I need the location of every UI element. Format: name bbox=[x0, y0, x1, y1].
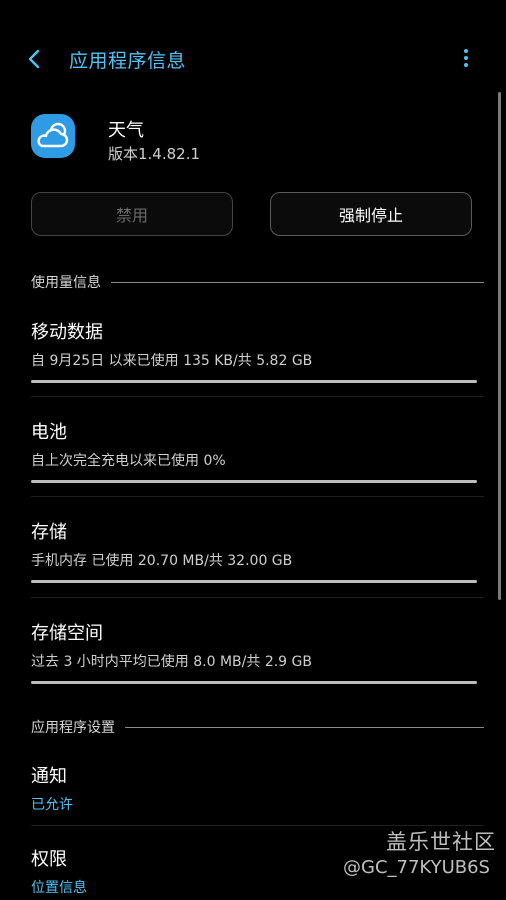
list-item-mobile-data[interactable]: 移动数据 自 9月25日 以来已使用 135 KB/共 5.82 GB bbox=[31, 318, 477, 383]
list-item-battery[interactable]: 电池 自上次完全充电以来已使用 0% bbox=[31, 418, 477, 483]
divider bbox=[31, 597, 484, 598]
divider bbox=[31, 496, 484, 497]
section-divider bbox=[111, 281, 484, 283]
page-title: 应用程序信息 bbox=[69, 50, 187, 72]
divider bbox=[31, 396, 484, 397]
item-subtitle: 自上次完全充电以来已使用 0% bbox=[31, 453, 226, 469]
settings-section-header: 应用程序设置 bbox=[31, 717, 484, 737]
weather-app-icon bbox=[31, 114, 75, 158]
item-title: 存储空间 bbox=[31, 623, 103, 644]
section-divider bbox=[125, 726, 484, 728]
more-options-button[interactable] bbox=[456, 46, 476, 72]
usage-bar bbox=[31, 380, 477, 383]
app-name: 天气 bbox=[108, 120, 144, 141]
scrollbar[interactable] bbox=[498, 92, 501, 600]
weather-cloud-icon bbox=[37, 122, 69, 148]
item-subtitle: 已允许 bbox=[31, 797, 73, 813]
list-item-storage[interactable]: 存储 手机内存 已使用 20.70 MB/共 32.00 GB bbox=[31, 518, 477, 583]
usage-bar bbox=[31, 480, 477, 483]
item-title: 存储 bbox=[31, 522, 67, 543]
watermark-handle: @GC_77KYUB6S bbox=[343, 857, 490, 878]
chevron-left-icon bbox=[28, 49, 40, 69]
watermark-title: 盖乐世社区 bbox=[386, 830, 496, 854]
item-subtitle: 手机内存 已使用 20.70 MB/共 32.00 GB bbox=[31, 553, 293, 569]
back-button[interactable] bbox=[22, 46, 48, 72]
app-bar: 应用程序信息 bbox=[0, 0, 506, 118]
disable-button[interactable]: 禁用 bbox=[31, 192, 233, 236]
force-stop-button[interactable]: 强制停止 bbox=[270, 192, 472, 236]
settings-section-title: 应用程序设置 bbox=[31, 720, 115, 736]
app-version: 版本1.4.82.1 bbox=[108, 145, 201, 163]
usage-bar bbox=[31, 681, 477, 684]
vertical-dots-icon bbox=[456, 49, 476, 67]
usage-bar bbox=[31, 580, 477, 583]
list-item-memory[interactable]: 存储空间 过去 3 小时内平均已使用 8.0 MB/共 2.9 GB bbox=[31, 619, 477, 684]
item-title: 通知 bbox=[31, 766, 67, 787]
usage-section-header: 使用量信息 bbox=[31, 272, 484, 292]
list-item-notifications[interactable]: 通知 已允许 bbox=[31, 762, 477, 814]
item-subtitle: 过去 3 小时内平均已使用 8.0 MB/共 2.9 GB bbox=[31, 654, 312, 670]
item-title: 移动数据 bbox=[31, 322, 103, 343]
item-subtitle: 位置信息 bbox=[31, 880, 87, 896]
usage-section-title: 使用量信息 bbox=[31, 275, 101, 291]
item-subtitle: 自 9月25日 以来已使用 135 KB/共 5.82 GB bbox=[31, 353, 313, 369]
item-title: 电池 bbox=[31, 422, 67, 443]
